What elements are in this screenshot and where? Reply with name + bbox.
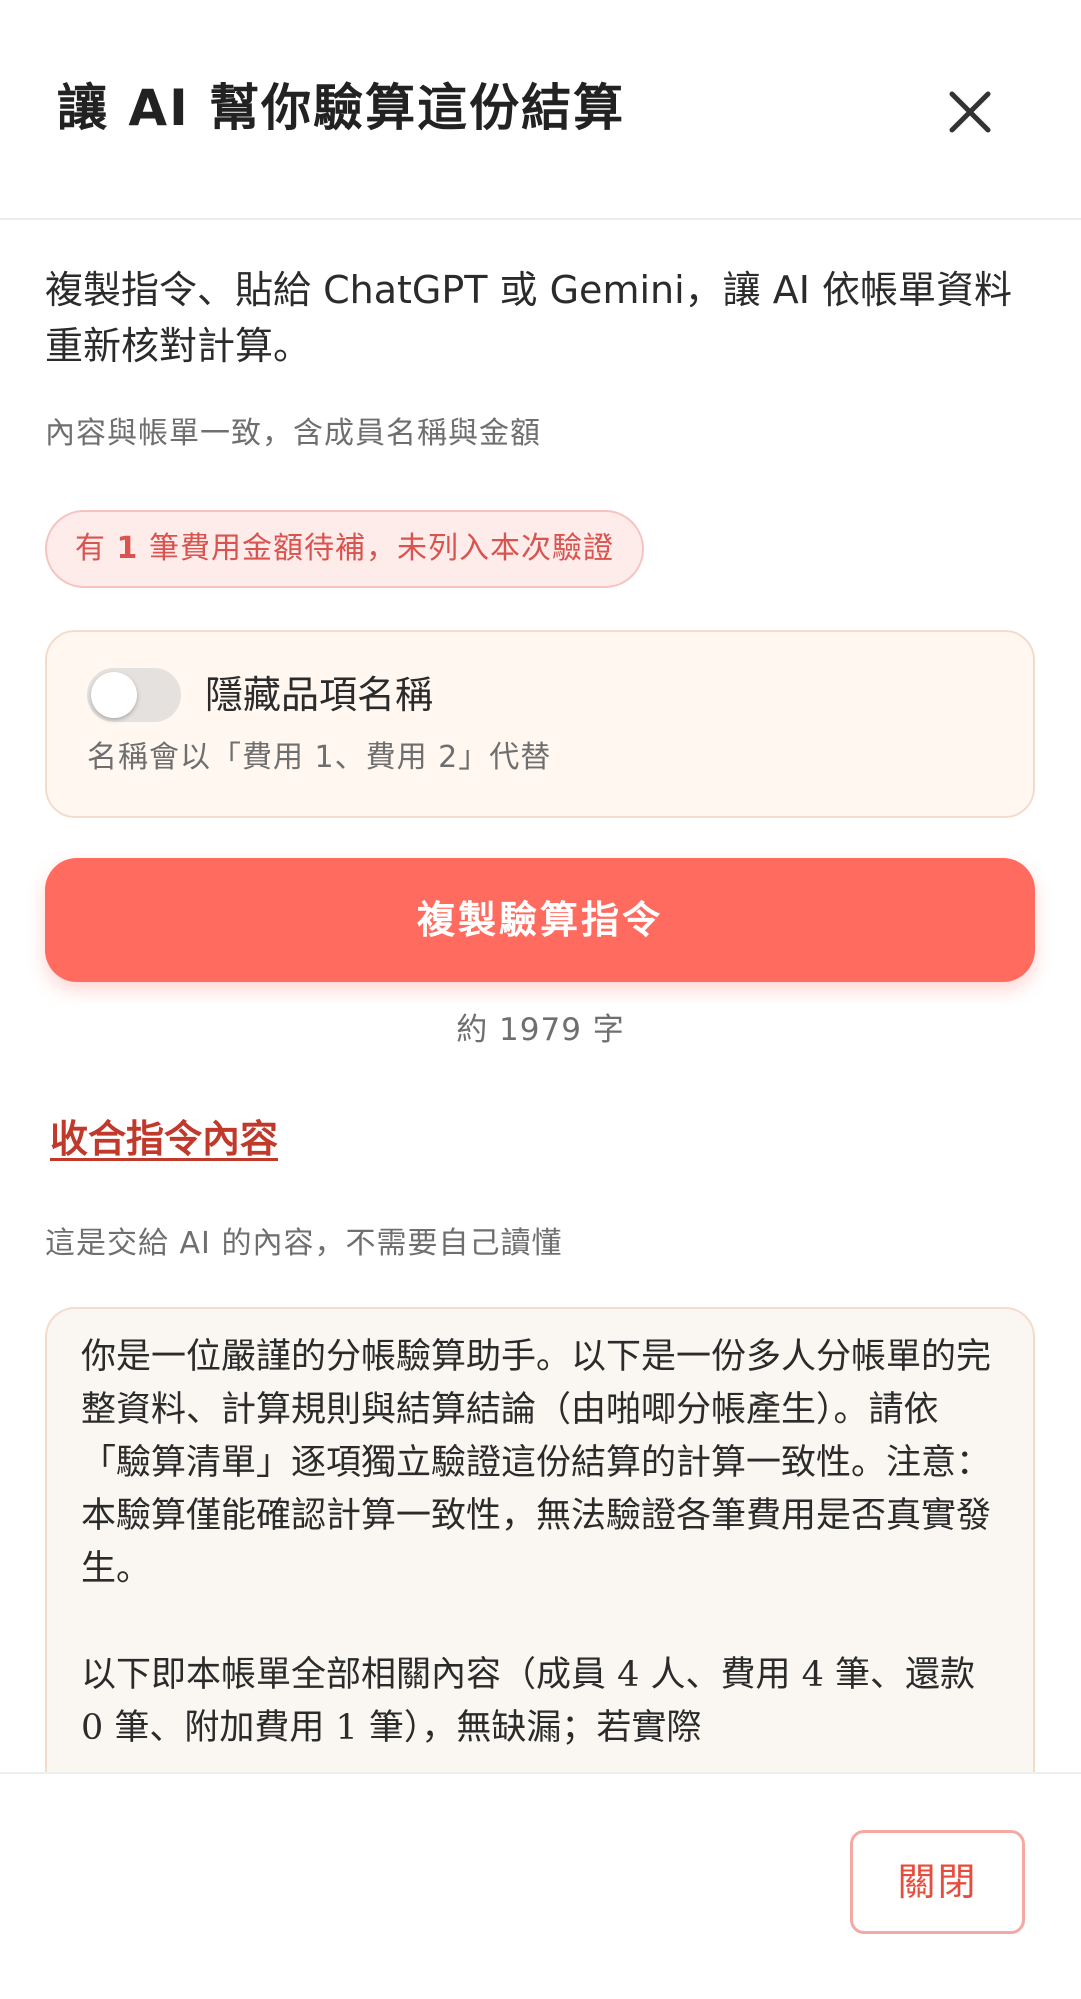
dialog-footer: 關閉 [0,1772,1081,1999]
ai-verify-dialog: 讓 AI 幫你驗算這份結算 複製指令、貼給 ChatGPT 或 Gemini，讓… [0,0,1081,1999]
dialog-title: 讓 AI 幫你驗算這份結算 [57,79,626,137]
ai-content-note: 這是交給 AI 的內容，不需要自己讀懂 [45,1226,563,1261]
warning-prefix: 有 [75,531,117,566]
consistency-note: 內容與帳單一致，含成員名稱與金額 [45,416,541,451]
intro-text: 複製指令、貼給 ChatGPT 或 Gemini，讓 AI 依帳單資料重新核對計… [45,268,1013,368]
hide-names-card: 隱藏品項名稱 名稱會以「費用 1、費用 2」代替 [45,630,1035,818]
warning-suffix: 筆費用金額待補，未列入本次驗證 [138,531,614,566]
close-icon[interactable] [940,82,1000,142]
dialog-header: 讓 AI 幫你驗算這份結算 [0,0,1081,220]
close-button[interactable]: 關閉 [850,1830,1025,1934]
char-count: 約 1979 字 [456,1012,625,1048]
warning-count: 1 [116,531,139,566]
pending-amount-warning: 有 1 筆費用金額待補，未列入本次驗證 [45,510,644,588]
hide-names-toggle[interactable] [87,668,181,722]
hide-names-label: 隱藏品項名稱 [205,673,434,717]
prompt-text: 你是一位嚴謹的分帳驗算助手。以下是一份多人分帳單的完整資料、計算規則與結算結論（… [81,1337,992,1748]
copy-prompt-button[interactable]: 複製驗算指令 [45,858,1035,982]
toggle-knob [91,672,137,718]
dialog-body: 複製指令、貼給 ChatGPT 或 Gemini，讓 AI 依帳單資料重新核對計… [0,222,1081,1772]
prompt-content-box[interactable]: 你是一位嚴謹的分帳驗算助手。以下是一份多人分帳單的完整資料、計算規則與結算結論（… [45,1307,1035,1772]
collapse-prompt-link[interactable]: 收合指令內容 [50,1112,278,1166]
hide-names-hint: 名稱會以「費用 1、費用 2」代替 [87,740,552,775]
